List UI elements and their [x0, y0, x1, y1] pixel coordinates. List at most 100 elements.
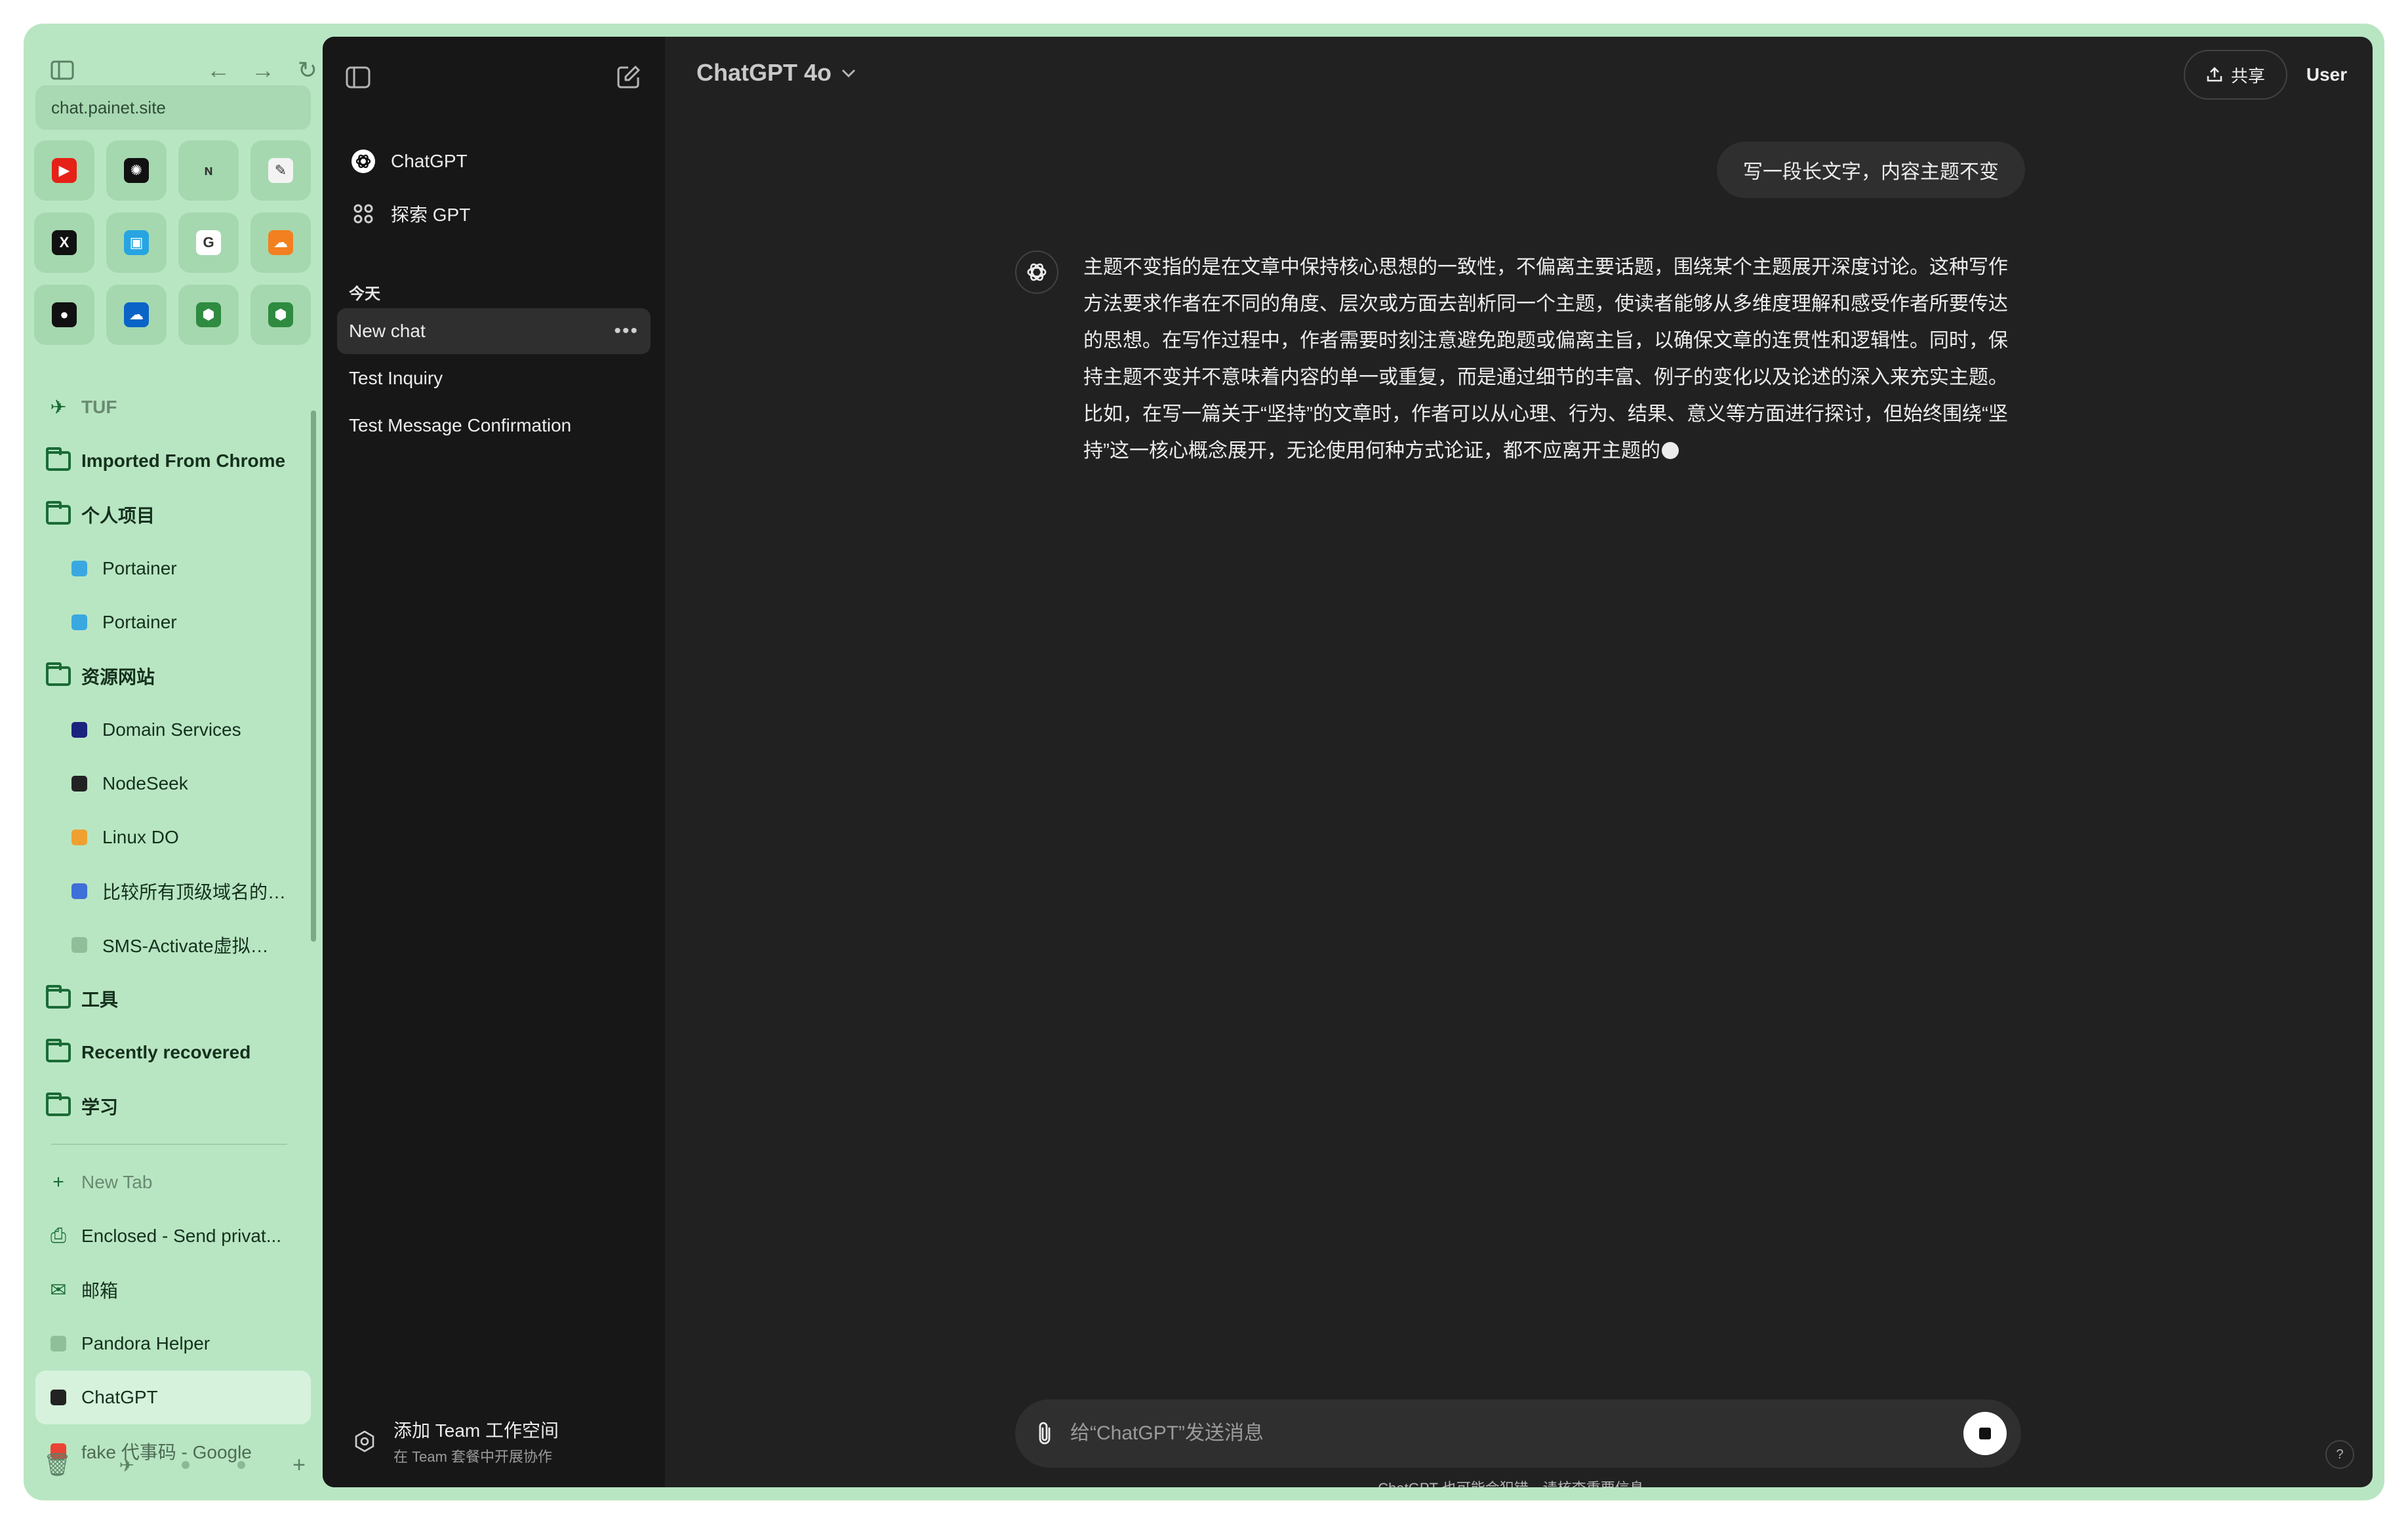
- onedrive-icon: ☁: [124, 302, 149, 327]
- chatgpt-app: ChatGPT 探索 GPT 今天 New chat ••• Test Inqu…: [323, 37, 2373, 1487]
- sidebar-row-label: 资源网站: [81, 667, 155, 687]
- sidebar-row-label: TUF: [81, 397, 117, 417]
- favorite-tile[interactable]: ▣: [106, 212, 167, 273]
- archive-icon[interactable]: 🗑: [43, 1452, 71, 1478]
- sidebar-row-label: Enclosed - Send privat...: [81, 1226, 282, 1246]
- sidebar-tab[interactable]: NodeSeek: [35, 757, 311, 811]
- sidebar-row-label: New Tab: [81, 1172, 153, 1192]
- bilibili-icon: ▣: [124, 230, 149, 255]
- nav-explore-gpt[interactable]: 探索 GPT: [337, 190, 651, 237]
- sidebar-row-label: ChatGPT: [81, 1387, 158, 1407]
- sidebar-bottom-bar: 🗑 ✈ +: [43, 1447, 319, 1483]
- chat-item-test-message-confirmation[interactable]: Test Message Confirmation: [337, 403, 651, 449]
- favorite-tile[interactable]: ⬢: [178, 285, 239, 345]
- share-button[interactable]: 共享: [2184, 50, 2287, 100]
- sidebar-tab[interactable]: Domain Services: [35, 703, 311, 757]
- chat-item-new-chat[interactable]: New chat •••: [337, 308, 651, 354]
- sidebar-folder[interactable]: Recently recovered: [35, 1026, 311, 1079]
- new-chat-icon[interactable]: [609, 58, 648, 97]
- chat-options-icon[interactable]: •••: [614, 320, 639, 342]
- help-button[interactable]: ?: [2325, 1440, 2354, 1469]
- sidebar-row-label: Pandora Helper: [81, 1333, 211, 1354]
- sidebar-folder[interactable]: 学习: [35, 1079, 311, 1133]
- sidebar-tab[interactable]: Portainer: [35, 542, 311, 595]
- forward-arrow-icon[interactable]: →: [247, 54, 279, 87]
- chatgpt-tab-icon: [45, 1384, 72, 1411]
- disclaimer: ChatGPT 也可能会犯错。请核查重要信息。: [1015, 1477, 2021, 1487]
- team-hexagon-icon: [349, 1426, 380, 1457]
- tuf-icon: ✈: [50, 396, 67, 418]
- favorite-tile[interactable]: ✎: [251, 140, 311, 201]
- x-icon: X: [52, 230, 77, 255]
- message-composer: [1015, 1399, 2021, 1468]
- back-arrow-icon[interactable]: ←: [202, 54, 235, 87]
- space-label[interactable]: ✈ TUF: [35, 380, 311, 434]
- sidebar-folder[interactable]: 资源网站: [35, 649, 311, 703]
- chatgpt-logo-icon: [349, 147, 378, 176]
- sidebar-tab[interactable]: Portainer: [35, 595, 311, 649]
- folder-dots-icon: [45, 662, 72, 690]
- sidebar-tab[interactable]: + New Tab: [35, 1155, 311, 1209]
- cloudflare-icon: ☁: [268, 230, 293, 255]
- model-name: ChatGPT 4o: [696, 59, 832, 86]
- favorite-tile[interactable]: ☁: [106, 285, 167, 345]
- sidebar-row-label: Portainer: [102, 612, 177, 632]
- favorite-tile[interactable]: ☁: [251, 212, 311, 273]
- linux-do-icon: [66, 824, 93, 851]
- sidebar-tab[interactable]: 比较所有顶级域名的…: [35, 864, 311, 918]
- assistant-avatar-icon: [1015, 251, 1058, 294]
- favorite-tile[interactable]: ɴ: [178, 140, 239, 201]
- sidebar-tab[interactable]: ⎙ Enclosed - Send privat...: [35, 1209, 311, 1263]
- favorite-tile[interactable]: ⬢: [251, 285, 311, 345]
- browser-window: ← → ↻ chat.painet.site ▶ ✺ ɴ ✎ X ▣ G ☁ ● ☁ ⬢ ⬢ ✈ TUF…: [24, 24, 2384, 1500]
- add-space-icon[interactable]: +: [292, 1453, 306, 1478]
- favorite-tile[interactable]: ✺: [106, 140, 167, 201]
- sidebar-folder[interactable]: 工具: [35, 972, 311, 1026]
- portainer-icon: [66, 609, 93, 636]
- sidebar-tab[interactable]: ChatGPT: [35, 1371, 311, 1424]
- openai-icon: ✺: [124, 158, 149, 183]
- attach-paperclip-icon[interactable]: [1035, 1420, 1054, 1447]
- chat-history-heading: 今天: [349, 285, 380, 303]
- domain-services-icon: [66, 716, 93, 744]
- chat-item-label: Test Inquiry: [349, 368, 443, 388]
- streaming-cursor: [1662, 442, 1679, 459]
- folder-icon: [45, 1093, 72, 1120]
- sidebar-row-label: Recently recovered: [81, 1042, 251, 1062]
- enclosed-icon: ⎙: [50, 1225, 66, 1247]
- sidebar-folder[interactable]: Imported From Chrome: [35, 434, 311, 488]
- chevron-down-icon: [841, 68, 856, 78]
- favorite-tile[interactable]: ▶: [34, 140, 94, 201]
- favorite-tile[interactable]: X: [34, 212, 94, 273]
- sidebar-scrollbar[interactable]: [311, 411, 316, 942]
- youtube-icon: ▶: [52, 158, 77, 183]
- reload-icon[interactable]: ↻: [291, 54, 324, 87]
- sidebar-row-label: SMS-Activate虚拟…: [102, 936, 269, 956]
- sidebar-row-label: 比较所有顶级域名的…: [102, 882, 287, 902]
- tld-list-icon: [66, 877, 93, 905]
- sidebar-toggle-icon[interactable]: [46, 54, 79, 87]
- add-team-workspace[interactable]: 添加 Team 工作空间 在 Team 套餐中开展协作: [349, 1416, 559, 1466]
- stop-generating-button[interactable]: [1963, 1412, 2007, 1455]
- sidebar-row-label: Imported From Chrome: [81, 451, 286, 471]
- space-dot-2[interactable]: [237, 1461, 245, 1469]
- favorite-tile[interactable]: G: [178, 212, 239, 273]
- user-avatar[interactable]: User: [2306, 54, 2348, 96]
- sidebar-tab[interactable]: Linux DO: [35, 811, 311, 864]
- sidebar-tab[interactable]: Pandora Helper: [35, 1317, 311, 1371]
- pandora-icon: [45, 1330, 72, 1357]
- nav-chatgpt[interactable]: ChatGPT: [337, 138, 651, 185]
- favorite-tile[interactable]: ●: [34, 285, 94, 345]
- close-sidebar-icon[interactable]: [338, 58, 378, 97]
- model-selector[interactable]: ChatGPT 4o: [696, 59, 856, 87]
- space-tuf-icon[interactable]: ✈: [119, 1454, 134, 1476]
- team-title: 添加 Team 工作空间: [393, 1420, 559, 1441]
- sidebar-tab[interactable]: SMS-Activate虚拟…: [35, 918, 311, 972]
- url-bar[interactable]: chat.painet.site: [35, 85, 311, 130]
- sidebar-tab[interactable]: ✉ 邮箱: [35, 1263, 311, 1317]
- chat-item-test-inquiry[interactable]: Test Inquiry: [337, 355, 651, 401]
- browser-sidebar: ← → ↻ chat.painet.site ▶ ✺ ɴ ✎ X ▣ G ☁ ● ☁ ⬢ ⬢ ✈ TUF…: [24, 24, 323, 1500]
- space-dot-1[interactable]: [182, 1461, 190, 1469]
- sidebar-folder[interactable]: 个人项目: [35, 488, 311, 542]
- message-input[interactable]: [1070, 1422, 1963, 1445]
